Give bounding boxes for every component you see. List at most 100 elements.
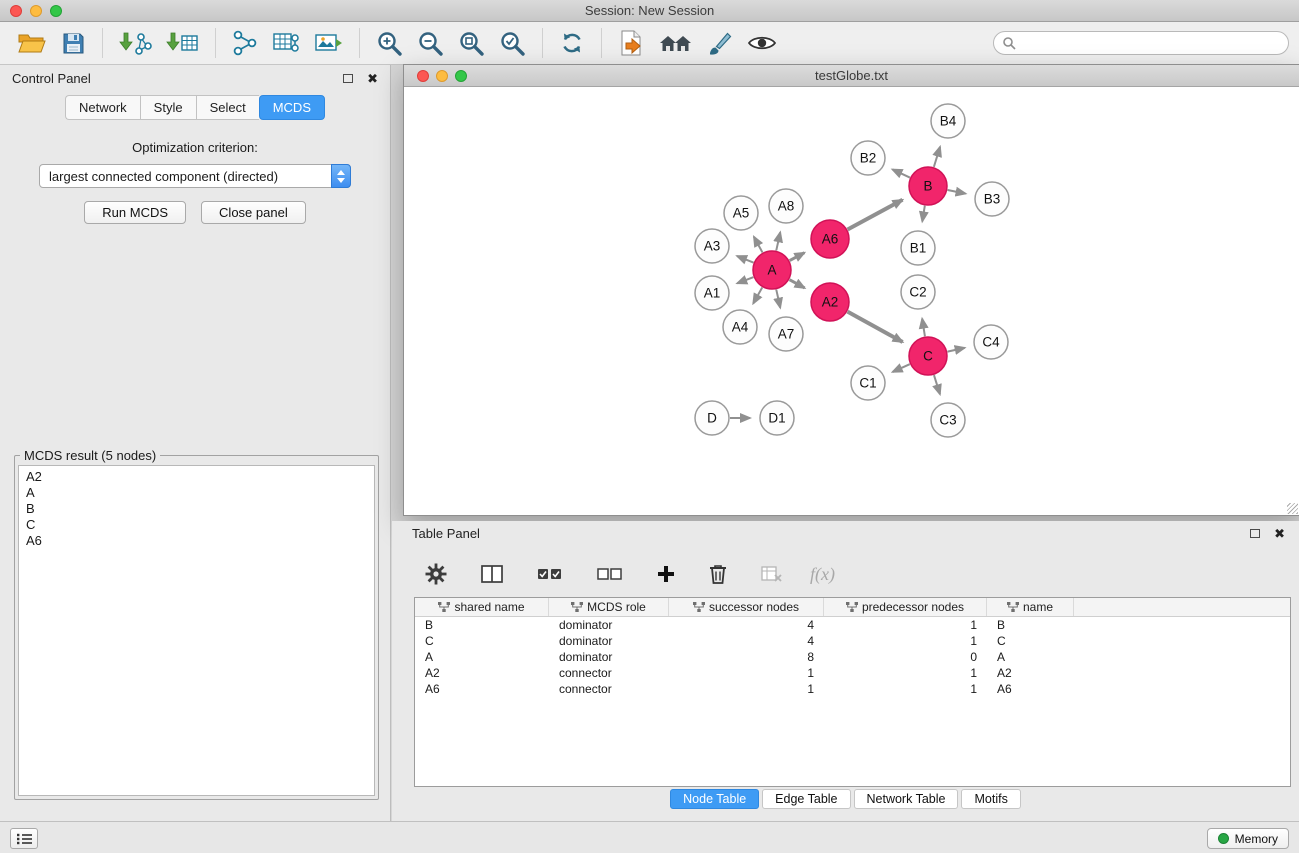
graph-node-D[interactable]: D xyxy=(695,401,729,435)
table-row[interactable]: A2connector11A2 xyxy=(415,665,1290,681)
import-network-button[interactable] xyxy=(112,24,159,62)
graph-edge-C-C1[interactable] xyxy=(893,364,910,372)
column-header-MCDS-role[interactable]: MCDS role xyxy=(549,598,669,616)
zoom-selected-button[interactable] xyxy=(492,24,533,62)
function-builder-button[interactable]: f(x) xyxy=(810,564,835,585)
add-column-button[interactable] xyxy=(650,555,682,593)
show-columns-button[interactable] xyxy=(474,555,510,593)
close-window-button[interactable] xyxy=(10,5,22,17)
column-header-shared-name[interactable]: shared name xyxy=(415,598,549,616)
refresh-view-button[interactable] xyxy=(552,24,592,62)
graph-edge-A-A5[interactable] xyxy=(754,237,763,253)
first-neighbors-button[interactable] xyxy=(651,24,700,62)
resize-grip[interactable] xyxy=(1287,503,1298,514)
graph-edge-A-A8[interactable] xyxy=(776,232,780,250)
graph-node-C2[interactable]: C2 xyxy=(901,275,935,309)
graph-edge-A2-C[interactable] xyxy=(848,312,903,342)
tab-style[interactable]: Style xyxy=(140,95,196,120)
graph-edge-A-A3[interactable] xyxy=(737,256,753,263)
graph-node-A8[interactable]: A8 xyxy=(769,189,803,223)
graph-node-A4[interactable]: A4 xyxy=(723,310,757,344)
graph-edge-A-A4[interactable] xyxy=(753,287,762,303)
select-all-button[interactable] xyxy=(530,555,570,593)
graph-edge-A-A7[interactable] xyxy=(776,290,780,308)
graph-edge-C-C4[interactable] xyxy=(948,348,965,352)
delete-table-button[interactable] xyxy=(754,555,790,593)
new-network-table-button[interactable] xyxy=(265,24,307,62)
network-zoom-button[interactable] xyxy=(455,70,467,82)
run-mcds-button[interactable]: Run MCDS xyxy=(84,201,186,224)
graph-edge-C-C2[interactable] xyxy=(922,319,925,337)
tab-motifs[interactable]: Motifs xyxy=(961,789,1020,809)
graph-node-D1[interactable]: D1 xyxy=(760,401,794,435)
graph-node-C[interactable]: C xyxy=(909,337,947,375)
optimization-criterion-select[interactable]: largest connected component (directed) xyxy=(39,164,351,188)
import-table-button[interactable] xyxy=(159,24,206,62)
graph-node-B[interactable]: B xyxy=(909,167,947,205)
graph-node-A7[interactable]: A7 xyxy=(769,317,803,351)
open-session-button[interactable] xyxy=(10,24,54,62)
network-close-button[interactable] xyxy=(417,70,429,82)
graph-node-A2[interactable]: A2 xyxy=(811,283,849,321)
tab-mcds[interactable]: MCDS xyxy=(259,95,325,120)
graph-node-A6[interactable]: A6 xyxy=(811,220,849,258)
graph-node-A5[interactable]: A5 xyxy=(724,196,758,230)
graph-edge-B-B2[interactable] xyxy=(892,169,909,177)
graph-node-A3[interactable]: A3 xyxy=(695,229,729,263)
graph-edge-B-B3[interactable] xyxy=(948,190,966,194)
graph-node-B1[interactable]: B1 xyxy=(901,231,935,265)
mcds-result-list[interactable]: A2ABCA6 xyxy=(18,465,375,796)
graph-node-C1[interactable]: C1 xyxy=(851,366,885,400)
graph-node-B2[interactable]: B2 xyxy=(851,141,885,175)
table-row[interactable]: Adominator80A xyxy=(415,649,1290,665)
mcds-result-item[interactable]: A xyxy=(26,485,367,501)
graph-node-C3[interactable]: C3 xyxy=(931,403,965,437)
search-input[interactable] xyxy=(1021,36,1280,50)
new-network-button[interactable] xyxy=(225,24,265,62)
close-panel-icon[interactable]: ✖ xyxy=(367,72,378,85)
minimize-window-button[interactable] xyxy=(30,5,42,17)
network-canvas[interactable]: B4B2BB3A5A8A6B1A3AC2A1A2A4A7C4CC1C3DD1 xyxy=(404,87,1299,515)
tab-edge-table[interactable]: Edge Table xyxy=(762,789,850,809)
export-image-button[interactable] xyxy=(307,24,350,62)
column-header-name[interactable]: name xyxy=(987,598,1074,616)
mcds-result-item[interactable]: B xyxy=(26,501,367,517)
table-row[interactable]: Bdominator41B xyxy=(415,617,1290,633)
table-row[interactable]: Cdominator41C xyxy=(415,633,1290,649)
show-hide-graphics-button[interactable] xyxy=(740,24,784,62)
tab-node-table[interactable]: Node Table xyxy=(670,789,759,809)
graph-edge-A6-B[interactable] xyxy=(848,200,903,230)
tab-network[interactable]: Network xyxy=(65,95,140,120)
graph-edge-A-A1[interactable] xyxy=(737,277,753,283)
apply-style-button[interactable] xyxy=(700,24,740,62)
save-session-button[interactable] xyxy=(54,24,93,62)
graph-edge-C-C3[interactable] xyxy=(934,375,940,394)
deselect-all-button[interactable] xyxy=(590,555,630,593)
graph-edge-B-B1[interactable] xyxy=(922,206,925,222)
mcds-result-item[interactable]: A2 xyxy=(26,469,367,485)
close-table-panel-icon[interactable]: ✖ xyxy=(1274,527,1285,540)
tab-network-table[interactable]: Network Table xyxy=(854,789,959,809)
zoom-window-button[interactable] xyxy=(50,5,62,17)
float-panel-icon[interactable] xyxy=(343,74,353,83)
mcds-result-item[interactable]: A6 xyxy=(26,533,367,549)
graph-edge-B-B4[interactable] xyxy=(934,147,940,167)
zoom-fit-button[interactable] xyxy=(451,24,492,62)
tab-select[interactable]: Select xyxy=(196,95,259,120)
graph-node-C4[interactable]: C4 xyxy=(974,325,1008,359)
graph-edge-A-A6[interactable] xyxy=(790,253,805,261)
export-document-button[interactable] xyxy=(611,24,651,62)
column-header-successor-nodes[interactable]: successor nodes xyxy=(669,598,824,616)
zoom-in-button[interactable] xyxy=(369,24,410,62)
float-table-panel-icon[interactable] xyxy=(1250,529,1260,538)
mcds-result-item[interactable]: C xyxy=(26,517,367,533)
graph-edge-A-A2[interactable] xyxy=(790,280,805,288)
delete-column-button[interactable] xyxy=(702,555,734,593)
table-row[interactable]: A6connector11A6 xyxy=(415,681,1290,697)
task-history-button[interactable] xyxy=(10,828,38,849)
graph-node-B4[interactable]: B4 xyxy=(931,104,965,138)
column-header-predecessor-nodes[interactable]: predecessor nodes xyxy=(824,598,987,616)
graph-node-A[interactable]: A xyxy=(753,251,791,289)
zoom-out-button[interactable] xyxy=(410,24,451,62)
memory-button[interactable]: Memory xyxy=(1207,828,1289,849)
